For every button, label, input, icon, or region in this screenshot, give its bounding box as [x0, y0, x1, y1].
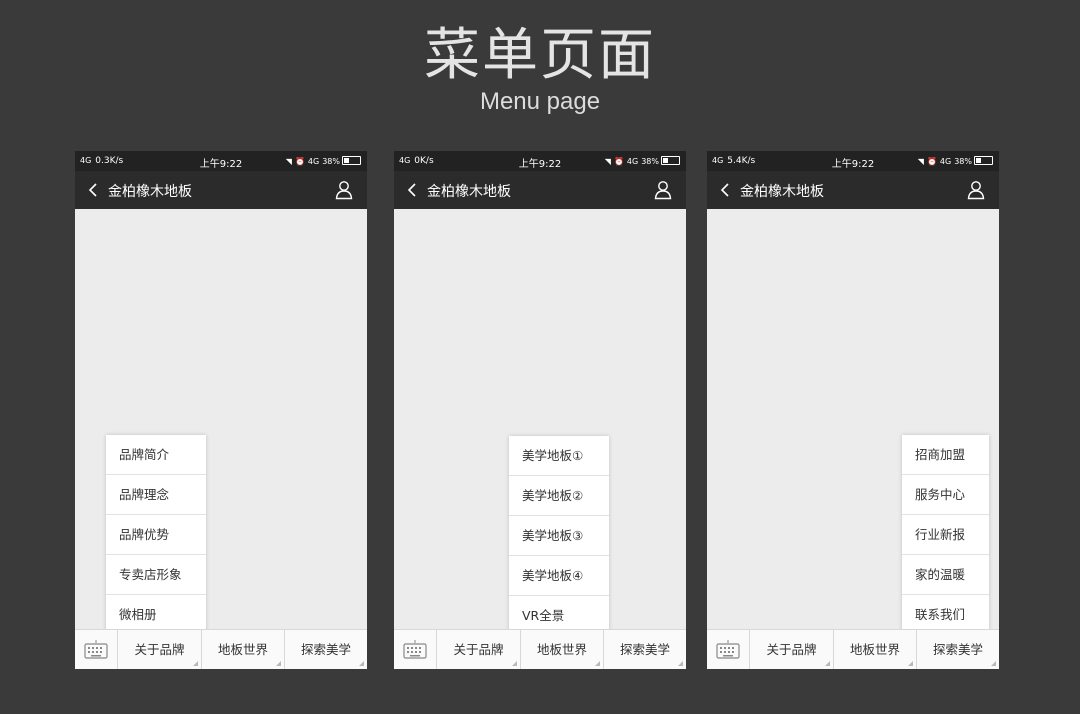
menu-item[interactable]: 行业新报 [902, 515, 989, 555]
battery-icon [661, 156, 680, 165]
page-subtitle: Menu page [479, 88, 601, 115]
bottom-menu-bar: 关于品牌 地板世界 探索美学 [707, 629, 999, 669]
menu-item[interactable]: 家的温暖 [902, 555, 989, 595]
tab-floor-world[interactable]: 地板世界 [202, 630, 285, 669]
mute-icon: ◥ [285, 157, 292, 166]
battery-percent: 38% [322, 157, 340, 166]
battery-icon [974, 156, 993, 165]
network-type: 4G [939, 157, 952, 166]
submenu-popup: 美学地板① 美学地板② 美学地板③ 美学地板④ VR全景 [509, 436, 609, 635]
tab-explore-aesthetics[interactable]: 探索美学 [604, 630, 686, 669]
menu-item[interactable]: 专卖店形象 [106, 555, 206, 595]
page-title: 菜单页面 [424, 23, 656, 88]
nav-title: 金柏橡木地板 [108, 184, 192, 200]
alarm-icon: ⏰ [294, 157, 305, 166]
nav-title: 金柏橡木地板 [427, 184, 511, 200]
status-bar: 4G 5.4K/s 上午9:22 ◥ ⏰ 4G 38% [707, 151, 999, 171]
mute-icon: ◥ [917, 157, 924, 166]
tab-explore-aesthetics[interactable]: 探索美学 [917, 630, 999, 669]
menu-item[interactable]: 美学地板② [509, 476, 609, 516]
menu-item[interactable]: 品牌优势 [106, 515, 206, 555]
menu-item[interactable]: 品牌理念 [106, 475, 206, 515]
battery-percent: 38% [954, 157, 972, 166]
menu-item[interactable]: 美学地板④ [509, 556, 609, 596]
back-arrow-icon[interactable] [719, 181, 733, 199]
phone-screen-3: 4G 5.4K/s 上午9:22 ◥ ⏰ 4G 38% 金柏橡木地板 招商加盟 服务中心… [707, 151, 999, 669]
keyboard-toggle-button[interactable] [75, 630, 118, 669]
bottom-menu-bar: 关于品牌 地板世界 探索美学 [75, 629, 367, 669]
tab-about-brand[interactable]: 关于品牌 [750, 630, 834, 669]
network-type: 4G [626, 157, 639, 166]
keyboard-toggle-button[interactable] [707, 630, 750, 669]
keyboard-icon [716, 640, 740, 659]
submenu-popup: 招商加盟 服务中心 行业新报 家的温暖 联系我们 [902, 435, 989, 634]
user-icon[interactable] [654, 180, 672, 200]
tab-about-brand[interactable]: 关于品牌 [437, 630, 521, 669]
keyboard-toggle-button[interactable] [394, 630, 437, 669]
user-icon[interactable] [967, 180, 985, 200]
user-icon[interactable] [335, 180, 353, 200]
menu-item[interactable]: 美学地板① [509, 436, 609, 476]
keyboard-icon [84, 640, 108, 659]
phone-screen-2: 4G 0K/s 上午9:22 ◥ ⏰ 4G 38% 金柏橡木地板 美学地板① 美学地板②… [394, 151, 686, 669]
battery-percent: 38% [641, 157, 659, 166]
nav-title: 金柏橡木地板 [740, 184, 824, 200]
bottom-menu-bar: 关于品牌 地板世界 探索美学 [394, 629, 686, 669]
tab-explore-aesthetics[interactable]: 探索美学 [285, 630, 367, 669]
nav-bar: 金柏橡木地板 [707, 171, 999, 209]
keyboard-icon [403, 640, 427, 659]
nav-bar: 金柏橡木地板 [394, 171, 686, 209]
submenu-popup: 品牌简介 品牌理念 品牌优势 专卖店形象 微相册 [106, 435, 206, 634]
tab-floor-world[interactable]: 地板世界 [834, 630, 917, 669]
phone-screen-1: 4G 0.3K/s 上午9:22 ◥ ⏰ 4G 38% 金柏橡木地板 品牌简介 品牌理念… [75, 151, 367, 669]
network-type: 4G [307, 157, 320, 166]
page-heading: 菜单页面 Menu page [0, 22, 1080, 116]
tab-about-brand[interactable]: 关于品牌 [118, 630, 202, 669]
nav-bar: 金柏橡木地板 [75, 171, 367, 209]
alarm-icon: ⏰ [613, 157, 624, 166]
menu-item[interactable]: 品牌简介 [106, 435, 206, 475]
back-arrow-icon[interactable] [406, 181, 420, 199]
battery-icon [342, 156, 361, 165]
menu-item[interactable]: 招商加盟 [902, 435, 989, 475]
menu-item[interactable]: 美学地板③ [509, 516, 609, 556]
alarm-icon: ⏰ [926, 157, 937, 166]
tab-floor-world[interactable]: 地板世界 [521, 630, 604, 669]
menu-item[interactable]: 服务中心 [902, 475, 989, 515]
status-bar: 4G 0.3K/s 上午9:22 ◥ ⏰ 4G 38% [75, 151, 367, 171]
mute-icon: ◥ [604, 157, 611, 166]
status-bar: 4G 0K/s 上午9:22 ◥ ⏰ 4G 38% [394, 151, 686, 171]
back-arrow-icon[interactable] [87, 181, 101, 199]
